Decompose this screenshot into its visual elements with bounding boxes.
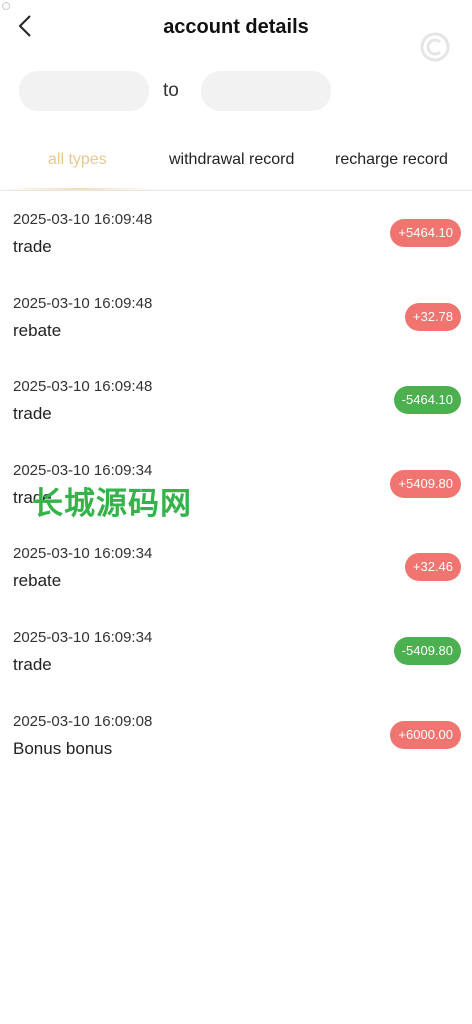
record-time: 2025-03-10 16:09:34	[13, 545, 153, 562]
record-time: 2025-03-10 16:09:34	[13, 629, 153, 646]
record-type: trade	[13, 237, 52, 256]
amount-badge: -5409.80	[393, 637, 461, 665]
record-time: 2025-03-10 16:09:48	[13, 295, 153, 312]
amount-badge: +32.78	[404, 303, 461, 331]
page-title: account details	[163, 16, 309, 38]
record-time: 2025-03-10 16:09:08	[13, 713, 153, 730]
date-range-filter: to	[19, 71, 439, 111]
record-time: 2025-03-10 16:09:34	[13, 462, 153, 479]
list-item[interactable]: 2025-03-10 16:09:48 trade +5464.10	[0, 191, 472, 274]
tab-recharge-record[interactable]: recharge record	[335, 151, 448, 169]
header: account details	[0, 0, 472, 62]
list-item[interactable]: 2025-03-10 16:09:34 rebate +32.46	[0, 525, 472, 608]
amount-badge: +32.46	[404, 553, 461, 581]
record-time: 2025-03-10 16:09:48	[13, 211, 153, 228]
list-item[interactable]: 2025-03-10 16:09:08 Bonus bonus +6000.00	[0, 693, 472, 776]
brand-watermark: 长城源码网	[32, 486, 192, 522]
record-time: 2025-03-10 16:09:48	[13, 378, 153, 395]
record-type-tabs: all types withdrawal record recharge rec…	[0, 140, 472, 191]
record-type: trade	[13, 404, 52, 423]
list-item[interactable]: 2025-03-10 16:09:34 trade -5409.80	[0, 609, 472, 692]
list-item[interactable]: 2025-03-10 16:09:48 trade -5464.10	[0, 358, 472, 441]
record-type: trade	[13, 655, 52, 674]
list-item[interactable]: 2025-03-10 16:09:48 rebate +32.78	[0, 275, 472, 358]
record-type: Bonus bonus	[13, 739, 113, 758]
amount-badge: +6000.00	[390, 721, 461, 749]
amount-badge: +5409.80	[390, 470, 461, 498]
end-date-input[interactable]	[201, 71, 331, 111]
record-type: rebate	[13, 571, 62, 590]
date-separator: to	[163, 80, 179, 101]
amount-badge: +5464.10	[390, 219, 461, 247]
active-tab-indicator	[0, 188, 157, 190]
tab-withdrawal-record[interactable]: withdrawal record	[169, 151, 294, 169]
tab-all-types[interactable]: all types	[48, 151, 107, 169]
start-date-input[interactable]	[19, 71, 149, 111]
amount-badge: -5464.10	[393, 386, 461, 414]
record-type: rebate	[13, 321, 62, 340]
copyright-watermark-icon	[420, 32, 450, 62]
